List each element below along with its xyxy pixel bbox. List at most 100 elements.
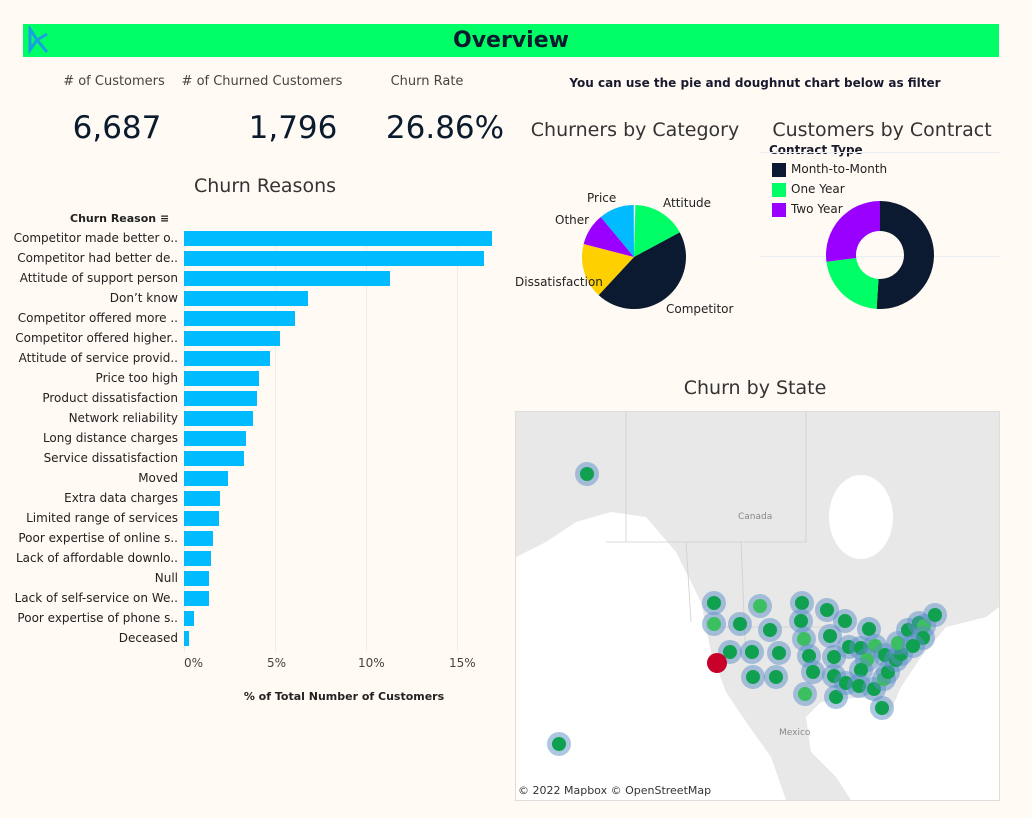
kpi-churned-value: 1,796 <box>248 110 338 146</box>
bar[interactable] <box>184 511 219 526</box>
map-attribution[interactable]: © 2022 Mapbox © OpenStreetMap <box>518 784 712 797</box>
x-tick-label: 5% <box>267 656 287 670</box>
bar-label: Lack of affordable downlo.. <box>15 551 178 565</box>
title-bar: Overview <box>23 24 999 57</box>
bar[interactable] <box>184 371 259 386</box>
bar[interactable] <box>184 231 492 246</box>
legend-swatch[interactable] <box>772 203 786 217</box>
x-tick-label: 0% <box>184 656 204 670</box>
state-marker[interactable] <box>772 646 786 660</box>
page-title: Overview <box>453 28 569 53</box>
bar[interactable] <box>184 431 246 446</box>
bar[interactable] <box>184 411 254 426</box>
kpi-customers-label: # of Customers <box>63 74 165 89</box>
kpi-rate-label: Churn Rate <box>390 74 464 89</box>
bar[interactable] <box>184 451 245 466</box>
state-marker[interactable] <box>763 623 777 637</box>
bar[interactable] <box>184 331 281 346</box>
divider <box>760 152 1000 153</box>
dashboard: Overview # of Customers 6,687 # of Churn… <box>0 0 1032 818</box>
state-marker[interactable] <box>838 614 852 628</box>
state-marker[interactable] <box>746 670 760 684</box>
state-marker[interactable] <box>875 701 889 715</box>
bar[interactable] <box>184 571 210 586</box>
bar[interactable] <box>184 611 194 626</box>
state-marker[interactable] <box>906 639 920 653</box>
bar-label: Attitude of service provid.. <box>18 351 178 365</box>
donut-slice[interactable] <box>826 258 879 309</box>
bar[interactable] <box>184 291 308 306</box>
state-marker[interactable] <box>723 645 737 659</box>
state-marker[interactable] <box>862 622 876 636</box>
legend-swatch[interactable] <box>772 183 786 197</box>
bar-label: Limited range of services <box>26 511 178 525</box>
customers-by-contract-title: Customers by Contract <box>772 119 992 141</box>
gridline <box>366 232 367 652</box>
kpi-rate-value: 26.86% <box>385 110 505 146</box>
churners-by-category-title: Churners by Category <box>530 119 740 141</box>
state-marker[interactable] <box>552 737 566 751</box>
canada-label: Canada <box>738 512 772 522</box>
state-marker[interactable] <box>707 617 721 631</box>
bar-label: Extra data charges <box>64 491 178 505</box>
bar-label: Lack of self-service on We.. <box>14 591 178 605</box>
state-marker[interactable] <box>798 687 812 701</box>
state-marker[interactable] <box>806 665 820 679</box>
bar[interactable] <box>184 591 210 606</box>
bar-label: Price too high <box>95 371 178 385</box>
legend-swatch[interactable] <box>772 163 786 177</box>
bar-label: Long distance charges <box>42 431 178 445</box>
pie-slice-label: Other <box>555 213 589 227</box>
state-marker[interactable] <box>707 596 721 610</box>
state-marker[interactable] <box>733 617 747 631</box>
churn-reason-header-label: Churn Reason <box>70 212 157 225</box>
bar[interactable] <box>184 491 221 506</box>
legend-label[interactable]: Month-to-Month <box>791 162 887 176</box>
kpi-customers-value: 6,687 <box>72 110 162 146</box>
state-marker[interactable] <box>753 599 767 613</box>
bar-label: Competitor had better de.. <box>17 251 178 265</box>
kpi-churned-label: # of Churned Customers <box>181 74 343 89</box>
logo-icon <box>28 26 49 55</box>
category-pie-chart[interactable]: Attitude Competitor Dissatisfaction Other Pr… <box>510 180 760 330</box>
x-tick-label: 10% <box>358 656 385 670</box>
state-marker[interactable] <box>795 596 809 610</box>
pie-slice-label: Attitude <box>663 196 711 210</box>
legend-label[interactable]: One Year <box>791 182 845 196</box>
state-marker[interactable] <box>928 608 942 622</box>
churn-reasons-title: Churn Reasons <box>193 175 337 197</box>
bar[interactable] <box>184 551 212 566</box>
churn-by-state-title: Churn by State <box>683 377 827 399</box>
bar-label: Null <box>154 571 178 585</box>
bar[interactable] <box>184 531 214 546</box>
state-marker-highlight[interactable] <box>707 653 727 673</box>
sort-descending-icon[interactable]: ≡ <box>160 212 169 225</box>
bar[interactable] <box>184 311 296 326</box>
churn-reason-header[interactable]: Churn Reason ≡ <box>70 212 169 225</box>
state-marker[interactable] <box>745 645 759 659</box>
bar[interactable] <box>184 631 190 646</box>
gridline <box>457 232 458 652</box>
bar-label: Competitor offered more .. <box>17 311 178 325</box>
bar[interactable] <box>184 471 228 486</box>
bar[interactable] <box>184 251 485 266</box>
bar-label: Don’t know <box>109 291 178 305</box>
state-marker[interactable] <box>797 632 811 646</box>
churn-map[interactable]: Canada Mexico <box>515 411 1000 801</box>
bar[interactable] <box>184 351 270 366</box>
donut-slice[interactable] <box>826 201 880 262</box>
bar-label: Network reliability <box>68 411 178 425</box>
state-marker[interactable] <box>823 629 837 643</box>
bar-label: Poor expertise of phone s.. <box>17 611 178 625</box>
bar[interactable] <box>184 391 257 406</box>
donut-slice[interactable] <box>876 201 935 309</box>
state-marker[interactable] <box>769 670 783 684</box>
bar-label: Competitor made better o.. <box>13 231 178 245</box>
bar-label: Product dissatisfaction <box>42 391 178 405</box>
state-marker[interactable] <box>820 603 834 617</box>
contract-donut-chart[interactable] <box>820 195 940 315</box>
state-marker[interactable] <box>794 614 808 628</box>
pie-slice-label: Dissatisfaction <box>515 275 603 289</box>
bar[interactable] <box>184 271 390 286</box>
state-marker[interactable] <box>580 467 594 481</box>
